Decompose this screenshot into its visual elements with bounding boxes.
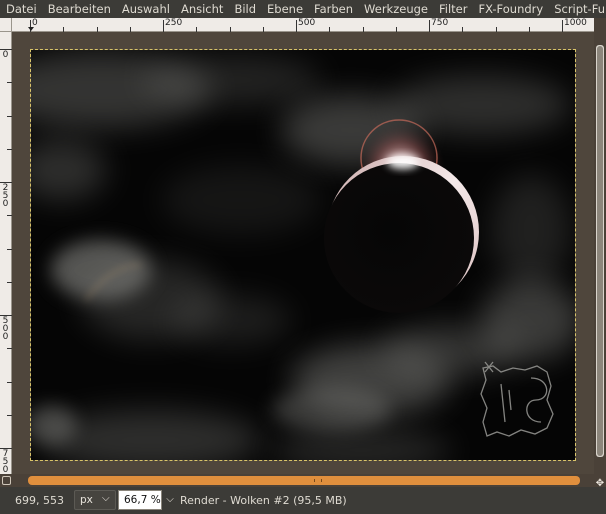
menu-bearbeiten[interactable]: Bearbeiten	[42, 0, 116, 18]
horizontal-ruler[interactable]: 0 250 500 750 1000	[12, 18, 594, 32]
vertical-ruler-ticks	[0, 49, 12, 449]
hruler-label-0: 0	[32, 18, 38, 28]
horizontal-scrollbar-thumb[interactable]	[28, 476, 580, 485]
menubar: Datei Bearbeiten Auswahl Ansicht Bild Eb…	[0, 0, 606, 18]
vertical-ruler[interactable]: 0 250 500 750	[0, 32, 12, 475]
status-message: Render - Wolken #2 (95,5 MB)	[180, 494, 347, 507]
menu-werkzeuge[interactable]: Werkzeuge	[358, 0, 433, 18]
pointer-coordinates: 699, 553	[15, 494, 64, 507]
unit-value: px	[80, 494, 93, 506]
gimp-window: Datei Bearbeiten Auswahl Ansicht Bild Eb…	[0, 0, 606, 514]
vruler-label-500: 500	[2, 316, 9, 342]
menu-auswahl[interactable]: Auswahl	[116, 0, 175, 18]
statusbar: 699, 553 px ⌵ 66,7 % ⌵ Render - Wolken #…	[0, 487, 606, 514]
menu-script-fu[interactable]: Script-Fu	[548, 0, 606, 18]
hruler-label-1000: 1000	[564, 18, 587, 28]
vruler-label-250: 250	[2, 183, 9, 209]
horizontal-scrollbar[interactable]	[12, 474, 594, 487]
menu-bild[interactable]: Bild	[228, 0, 261, 18]
grip-icon	[314, 479, 322, 482]
hruler-label-500: 500	[298, 18, 316, 28]
zoom-input[interactable]: 66,7 %	[118, 490, 162, 510]
render-clouds-image	[31, 50, 575, 460]
vruler-label-750: 750	[2, 449, 9, 475]
hruler-label-750: 750	[431, 18, 449, 28]
menu-ebene[interactable]: Ebene	[261, 0, 308, 18]
menu-filter[interactable]: Filter	[433, 0, 472, 18]
zoom-value: 66,7 %	[124, 494, 161, 506]
menu-datei[interactable]: Datei	[0, 0, 42, 18]
chevron-down-icon[interactable]: ⌵	[163, 490, 177, 510]
chevron-down-icon: ⌵	[102, 493, 110, 504]
ruler-corner[interactable]	[0, 18, 12, 32]
vertical-scrollbar-thumb[interactable]	[597, 46, 603, 456]
vruler-label-0: 0	[2, 50, 9, 60]
menu-farben[interactable]: Farben	[308, 0, 358, 18]
quickmask-icon[interactable]	[2, 476, 11, 485]
menu-ansicht[interactable]: Ansicht	[175, 0, 228, 18]
image-canvas[interactable]	[30, 49, 576, 461]
menu-fx-foundry[interactable]: FX-Foundry	[472, 0, 548, 18]
hruler-label-250: 250	[165, 18, 183, 28]
unit-select[interactable]: px ⌵	[74, 490, 116, 510]
canvas-area[interactable]	[12, 32, 594, 474]
